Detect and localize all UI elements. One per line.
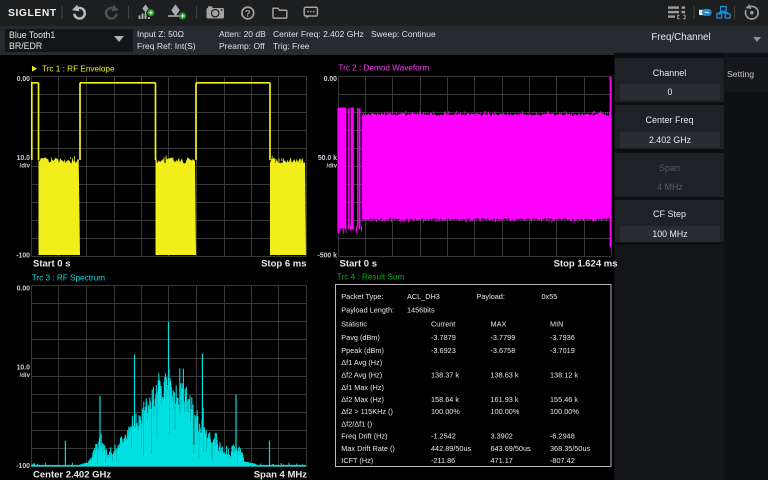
svg-text:MIN: MIN <box>550 320 563 329</box>
svg-text:-807.42: -807.42 <box>550 456 575 465</box>
svg-text:-500 k: -500 k <box>317 253 337 260</box>
svg-text:100.00%: 100.00% <box>550 407 579 416</box>
svg-text:MAX: MAX <box>491 320 507 329</box>
svg-text:-1.2542: -1.2542 <box>431 432 456 441</box>
svg-text:/div: /div <box>20 163 31 170</box>
svg-text:471.17: 471.17 <box>491 456 513 465</box>
svg-text:ACL_DH3: ACL_DH3 <box>407 292 440 301</box>
svg-text:Packet Type:: Packet Type: <box>341 292 383 301</box>
svg-text:0x55: 0x55 <box>542 292 558 301</box>
svg-text:Trc 3 : RF Spectrum: Trc 3 : RF Spectrum <box>32 274 106 283</box>
svg-text:100.00%: 100.00% <box>491 407 520 416</box>
svg-text:Start 0 s: Start 0 s <box>33 259 71 270</box>
svg-text:368.35/50us: 368.35/50us <box>550 444 591 453</box>
svg-text:155.46 k: 155.46 k <box>550 395 578 404</box>
svg-text:-3.7879: -3.7879 <box>431 333 456 342</box>
svg-text:442.89/50us: 442.89/50us <box>431 444 472 453</box>
svg-text:Δf2 Avg (Hz): Δf2 Avg (Hz) <box>341 371 382 380</box>
svg-text:643.69/50us: 643.69/50us <box>491 444 532 453</box>
svg-text:138.63 k: 138.63 k <box>491 371 519 380</box>
svg-text:0.00: 0.00 <box>17 286 31 293</box>
svg-text:Center 2.402 GHz: Center 2.402 GHz <box>33 470 111 480</box>
svg-text:50.0 k: 50.0 k <box>318 155 337 162</box>
svg-text:Current: Current <box>431 320 455 329</box>
svg-text:-100: -100 <box>16 463 30 470</box>
svg-text:158.64 k: 158.64 k <box>431 395 459 404</box>
svg-text:Start 0 s: Start 0 s <box>340 259 378 270</box>
svg-text:-3.7019: -3.7019 <box>550 346 575 355</box>
svg-text:10.0: 10.0 <box>17 155 31 162</box>
svg-text:Pavg (dBm): Pavg (dBm) <box>341 333 380 342</box>
svg-text:138.37 k: 138.37 k <box>431 371 459 380</box>
svg-text:Payload Length:: Payload Length: <box>341 306 394 315</box>
svg-text:0.00: 0.00 <box>324 76 338 83</box>
svg-text:ICFT (Hz): ICFT (Hz) <box>341 456 373 465</box>
svg-text:/div: /div <box>327 163 338 170</box>
svg-text:10.0: 10.0 <box>17 365 31 372</box>
svg-text:Max Drift Rate (): Max Drift Rate () <box>341 444 395 453</box>
svg-text:1456bits: 1456bits <box>407 306 435 315</box>
svg-text:Trc 4 : Result Sum: Trc 4 : Result Sum <box>337 273 405 282</box>
svg-text:161.93 k: 161.93 k <box>491 395 519 404</box>
svg-text:/div: /div <box>20 372 31 379</box>
svg-text:138.12 k: 138.12 k <box>550 371 578 380</box>
svg-text:Δf1 Avg (Hz): Δf1 Avg (Hz) <box>341 358 382 367</box>
svg-text:Δf1 Max (Hz): Δf1 Max (Hz) <box>341 383 384 392</box>
svg-text:Statistic: Statistic <box>341 320 367 329</box>
svg-text:-100: -100 <box>16 253 30 260</box>
svg-text:Payload:: Payload: <box>477 292 505 301</box>
svg-text:Δf2/Δf1 (): Δf2/Δf1 () <box>341 420 372 429</box>
svg-text:Trc 1 : RF Envelope: Trc 1 : RF Envelope <box>42 65 115 74</box>
svg-text:-3.6923: -3.6923 <box>431 346 456 355</box>
svg-text:-6.2948: -6.2948 <box>550 432 575 441</box>
svg-text:-211.86: -211.86 <box>431 456 455 465</box>
svg-text:Span 4 MHz: Span 4 MHz <box>254 470 308 480</box>
svg-text:Freq Drift (Hz): Freq Drift (Hz) <box>341 432 387 441</box>
svg-text:Stop 6 ms: Stop 6 ms <box>261 259 306 270</box>
svg-text:Trc 2 : Demod Waveform: Trc 2 : Demod Waveform <box>338 64 429 73</box>
svg-text:Δf2 Max (Hz): Δf2 Max (Hz) <box>341 395 384 404</box>
svg-text:3.3902: 3.3902 <box>491 432 513 441</box>
svg-text:-3.7936: -3.7936 <box>550 333 575 342</box>
svg-text:Stop 1.624 ms: Stop 1.624 ms <box>554 259 618 270</box>
svg-text:-3.6758: -3.6758 <box>491 346 516 355</box>
svg-text:0.00: 0.00 <box>17 76 31 83</box>
svg-text:-3.7799: -3.7799 <box>491 333 516 342</box>
svg-text:100.00%: 100.00% <box>431 407 460 416</box>
svg-text:Δf2 > 115KHz (): Δf2 > 115KHz () <box>341 407 393 416</box>
svg-text:Ppeak (dBm): Ppeak (dBm) <box>341 346 384 355</box>
